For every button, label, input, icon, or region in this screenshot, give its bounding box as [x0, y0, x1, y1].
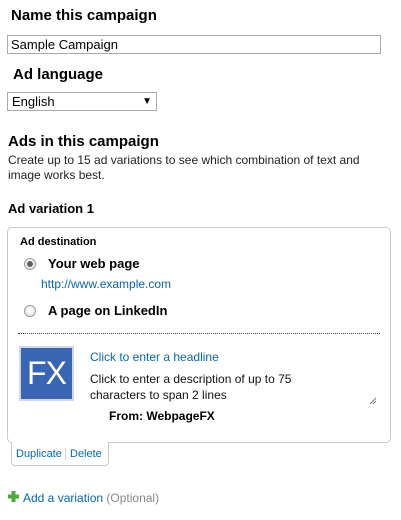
divider	[18, 333, 380, 334]
ad-destination-title: Ad destination	[20, 236, 97, 248]
add-variation-row: Add a variation (Optional)	[23, 491, 159, 505]
ad-text-editor[interactable]: Click to enter a headline Click to enter…	[86, 346, 378, 406]
ad-language-value: English	[12, 94, 55, 109]
description-placeholder[interactable]: Click to enter a description of up to 75…	[90, 371, 330, 403]
ads-section-description: Create up to 15 ad variations to see whi…	[8, 153, 360, 182]
optional-note: (Optional)	[106, 491, 160, 505]
variation-title: Ad variation 1	[8, 201, 94, 216]
delete-link[interactable]: Delete	[70, 442, 102, 466]
actions-separator	[65, 448, 66, 460]
variation-actions: Duplicate Delete	[11, 442, 109, 466]
radio-selected-dot	[27, 261, 33, 267]
duplicate-link[interactable]: Duplicate	[16, 442, 62, 466]
web-page-url[interactable]: http://www.example.com	[41, 277, 171, 291]
ad-image[interactable]: FX	[19, 346, 74, 401]
add-variation-link[interactable]: Add a variation	[23, 491, 103, 505]
option-linkedin-page-label[interactable]: A page on LinkedIn	[48, 303, 167, 318]
option-your-web-page-label[interactable]: Your web page	[48, 256, 140, 271]
ad-language-select[interactable]: English ▼	[7, 92, 157, 111]
headline-placeholder[interactable]: Click to enter a headline	[90, 350, 219, 364]
resize-handle-icon[interactable]	[369, 397, 377, 405]
dropdown-arrow-icon: ▼	[142, 96, 152, 107]
campaign-name-input[interactable]: Sample Campaign	[7, 35, 381, 54]
radio-linkedin-page[interactable]	[24, 305, 36, 317]
radio-your-web-page[interactable]	[24, 258, 36, 270]
ad-language-label: Ad language	[13, 66, 104, 83]
plus-icon[interactable]	[8, 491, 19, 502]
from-label: From: WebpageFX	[109, 409, 215, 423]
ads-section-title: Ads in this campaign	[8, 133, 159, 150]
campaign-name-label: Name this campaign	[11, 7, 157, 24]
